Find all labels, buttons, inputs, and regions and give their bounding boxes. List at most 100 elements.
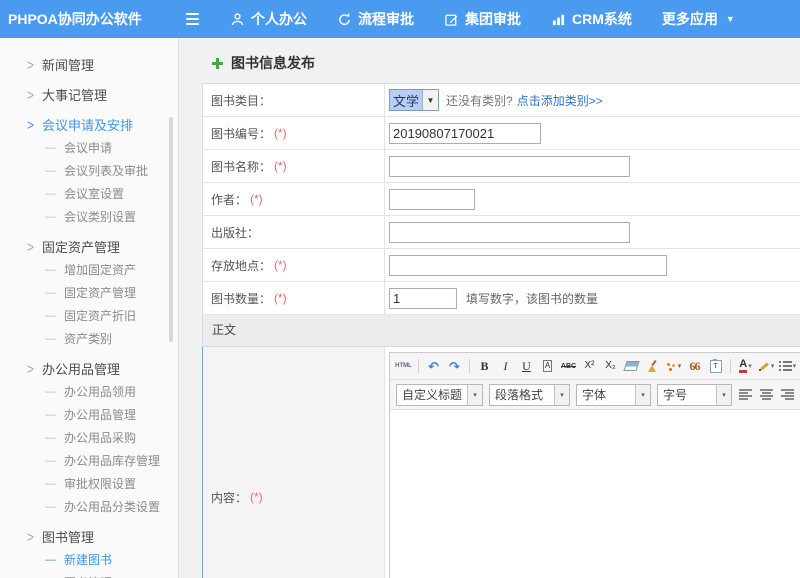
sidebar-item-19[interactable]: >图书管理 — [0, 525, 178, 548]
sidebar-item-20[interactable]: —新建图书 — [0, 548, 178, 571]
editor-content-area[interactable] — [390, 410, 800, 578]
blockquote-button[interactable]: 66 — [685, 357, 704, 375]
caret-down-icon[interactable]: ▾ — [554, 385, 569, 405]
custom-title-dropdown-label: 自定义标题 — [397, 385, 467, 405]
bold-icon: B — [480, 360, 488, 372]
rich-text-editor: HTML↶↷BIUAABCX²X₂▾66A▾▾▾▾ 自定义标题▾段落格式▾字体▾… — [389, 352, 800, 578]
required-mark: (*) — [274, 126, 287, 140]
sidebar-item-5[interactable]: —会议室设置 — [0, 182, 178, 205]
dash-icon: — — [45, 310, 56, 322]
sidebar-item-3[interactable]: —会议申请 — [0, 136, 178, 159]
sidebar-item-label: 图书管理 — [42, 527, 94, 546]
sidebar-item-4[interactable]: —会议列表及审批 — [0, 159, 178, 182]
caret-down-icon: ▾ — [678, 362, 682, 370]
superscript-icon: X² — [585, 361, 595, 371]
font-color-button[interactable]: A▾ — [736, 357, 755, 375]
align-left-button[interactable] — [736, 386, 755, 404]
topbar: PHPOA协同办公软件 个人办公 流程审批 集团审批 CRM系统 更多应用 ▼ — [0, 0, 800, 38]
sidebar-item-2[interactable]: >会议申请及安排 — [0, 113, 178, 136]
caret-down-icon: ▾ — [771, 362, 775, 370]
align-center-button[interactable] — [757, 386, 776, 404]
select-arrow-icon[interactable]: ▼ — [422, 90, 438, 110]
sidebar-item-label: 会议列表及审批 — [64, 162, 148, 179]
highlight-pen-button[interactable]: ▾ — [757, 357, 776, 375]
sidebar-item-label: 新闻管理 — [42, 55, 94, 74]
nav-personal-office[interactable]: 个人办公 — [230, 9, 307, 29]
location-input[interactable] — [389, 255, 667, 276]
remove-format-button[interactable]: A — [538, 357, 557, 375]
sidebar-item-17[interactable]: —审批权限设置 — [0, 472, 178, 495]
font-size-dropdown[interactable]: 字号▾ — [657, 384, 732, 406]
dash-icon: — — [45, 478, 56, 490]
sidebar-scrollbar[interactable] — [169, 117, 173, 342]
category-select[interactable]: 文学 ▼ — [389, 89, 439, 111]
source-code-button[interactable]: HTML — [394, 357, 413, 375]
paragraph-format-dropdown-label: 段落格式 — [490, 385, 554, 405]
redo-button[interactable]: ↷ — [445, 357, 464, 375]
menu-icon[interactable] — [186, 13, 202, 25]
paragraph-format-dropdown[interactable]: 段落格式▾ — [489, 384, 570, 406]
italic-button[interactable]: I — [496, 357, 515, 375]
undo-button[interactable]: ↶ — [424, 357, 443, 375]
section-header: 正文 — [203, 315, 800, 347]
form-row-author: 作者：(*) — [203, 183, 800, 216]
sidebar-item-12[interactable]: >办公用品管理 — [0, 357, 178, 380]
paste-as-text-icon — [710, 360, 722, 373]
nav-more-apps[interactable]: 更多应用 ▼ — [662, 9, 735, 29]
sidebar-item-18[interactable]: —办公用品分类设置 — [0, 495, 178, 518]
sidebar-item-21[interactable]: —图书管理 — [0, 571, 178, 578]
subscript-button[interactable]: X₂ — [601, 357, 620, 375]
add-category-link[interactable]: 点击添加类别>> — [517, 92, 603, 109]
sidebar-item-10[interactable]: —固定资产折旧 — [0, 304, 178, 327]
nav-crm-system[interactable]: CRM系统 — [551, 9, 632, 29]
align-right-button[interactable] — [778, 386, 797, 404]
nav-workflow-approval[interactable]: 流程审批 — [337, 9, 414, 29]
field-label: 出版社： — [211, 224, 259, 241]
publisher-input[interactable] — [389, 222, 630, 243]
eraser-button[interactable] — [622, 357, 641, 375]
sidebar-item-1[interactable]: >大事记管理 — [0, 83, 178, 106]
caret-down-icon[interactable]: ▾ — [635, 385, 650, 405]
sidebar-item-0[interactable]: >新闻管理 — [0, 53, 178, 76]
bold-button[interactable]: B — [475, 357, 494, 375]
nav-group-approval[interactable]: 集团审批 — [444, 9, 521, 29]
nav-label: 集团审批 — [465, 9, 521, 29]
underline-button[interactable]: U — [517, 357, 536, 375]
field-label: 图书类目： — [211, 92, 271, 109]
field-label: 内容： — [211, 489, 247, 506]
custom-title-dropdown[interactable]: 自定义标题▾ — [396, 384, 483, 406]
format-brush-button[interactable] — [643, 357, 662, 375]
text-effect-icon — [666, 361, 677, 371]
caret-down-icon[interactable]: ▾ — [467, 385, 482, 405]
author-input[interactable] — [389, 189, 475, 210]
dash-icon: — — [45, 409, 56, 421]
quantity-input[interactable] — [389, 288, 457, 309]
sidebar-item-16[interactable]: —办公用品库存管理 — [0, 449, 178, 472]
strikethrough-button[interactable]: ABC — [559, 357, 578, 375]
book-number-input[interactable] — [389, 123, 541, 144]
sidebar-item-label: 新建图书 — [64, 551, 112, 568]
dash-icon: — — [45, 432, 56, 444]
sidebar-item-6[interactable]: —会议类别设置 — [0, 205, 178, 228]
sidebar-item-9[interactable]: —固定资产管理 — [0, 281, 178, 304]
sidebar-item-8[interactable]: —增加固定资产 — [0, 258, 178, 281]
dash-icon: — — [45, 287, 56, 299]
paste-as-text-button[interactable] — [706, 357, 725, 375]
app-logo: PHPOA协同办公软件 — [0, 9, 180, 29]
sidebar-item-7[interactable]: >固定资产管理 — [0, 235, 178, 258]
sidebar-item-14[interactable]: —办公用品管理 — [0, 403, 178, 426]
caret-down-icon[interactable]: ▾ — [716, 385, 731, 405]
editor-toolbar-row1: HTML↶↷BIUAABCX²X₂▾66A▾▾▾▾ — [390, 353, 800, 380]
font-family-dropdown[interactable]: 字体▾ — [576, 384, 651, 406]
ordered-list-button[interactable]: ▾ — [778, 357, 797, 375]
sidebar-item-label: 固定资产管理 — [42, 237, 120, 256]
sidebar-item-11[interactable]: —资产类别 — [0, 327, 178, 350]
book-name-input[interactable] — [389, 156, 630, 177]
dash-icon: — — [45, 501, 56, 513]
form-row-book-number: 图书编号：(*) — [203, 117, 800, 150]
superscript-button[interactable]: X² — [580, 357, 599, 375]
text-effect-button[interactable]: ▾ — [664, 357, 683, 375]
field-label: 图书数量： — [211, 290, 271, 307]
sidebar-item-15[interactable]: —办公用品采购 — [0, 426, 178, 449]
sidebar-item-13[interactable]: —办公用品领用 — [0, 380, 178, 403]
